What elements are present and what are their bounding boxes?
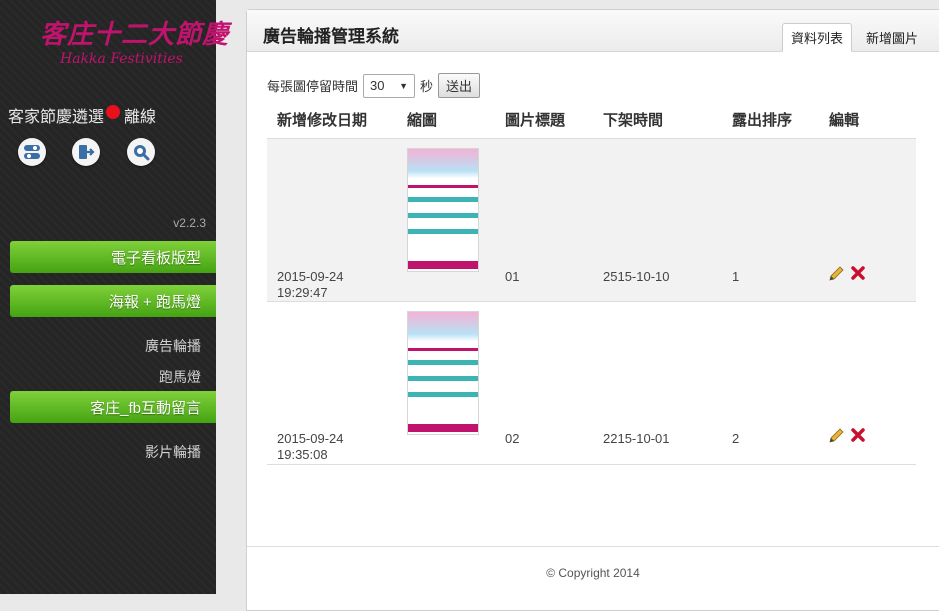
row-date: 2015-09-24	[277, 269, 344, 284]
thumb-band	[408, 213, 478, 218]
column-header-date[interactable]: 新增修改日期	[277, 109, 367, 130]
page-title: 廣告輪播管理系統	[263, 27, 399, 46]
table-row: 2015-09-24 19:35:08 02 2215-10-01 2	[267, 302, 916, 465]
column-header-expire[interactable]: 下架時間	[603, 109, 663, 130]
row-order: 2	[732, 431, 740, 446]
thumb-band	[408, 197, 478, 202]
menu-label: 電子看板版型	[110, 249, 201, 267]
logout-icon	[79, 145, 95, 159]
settings-button[interactable]	[18, 138, 46, 166]
interval-value: 30	[370, 78, 385, 93]
thumb-band	[408, 185, 478, 188]
menu-fb-interactive-comments[interactable]: 客庄_fb互動留言	[10, 391, 216, 423]
site-name: 客家節慶遴選	[8, 109, 105, 126]
interval-unit: 秒	[420, 79, 434, 94]
status-text: 離線	[124, 109, 157, 126]
submenu-marquee[interactable]: 跑馬燈	[159, 367, 201, 387]
thumb-band	[408, 376, 478, 381]
pencil-icon[interactable]	[828, 266, 844, 282]
version-label: v2.2.3	[173, 216, 206, 230]
table-row: 2015-09-24 19:29:47 01 2515-10-10 1	[267, 139, 916, 302]
logo-subtitle: Hakka Festivities	[60, 51, 183, 67]
logo[interactable]: 客庄十二大節慶 Hakka Festivities	[30, 10, 228, 72]
logout-button[interactable]	[72, 138, 100, 166]
tab-add-image[interactable]: 新增圖片	[857, 23, 927, 51]
column-header-title[interactable]: 圖片標題	[505, 109, 565, 130]
footer-divider	[247, 546, 939, 547]
column-header-edit[interactable]: 編輯	[829, 109, 859, 130]
tab-data-list[interactable]: 資料列表	[782, 23, 852, 52]
status-dot-icon	[106, 105, 121, 119]
settings-icon	[24, 145, 40, 159]
thumb-band	[408, 424, 478, 432]
menu-label: 客庄_fb互動留言	[90, 399, 201, 417]
menu-label: 海報 + 跑馬燈	[108, 293, 201, 311]
interval-label: 每張圖停留時間	[267, 79, 359, 94]
interval-select[interactable]: 30 ▼	[363, 73, 416, 98]
site-status-line: 客家節慶遴選 離線	[8, 103, 156, 127]
search-button[interactable]	[127, 138, 155, 166]
pencil-icon[interactable]	[828, 428, 844, 444]
thumb-band	[408, 261, 478, 269]
thumbnail-image[interactable]	[407, 148, 479, 272]
interval-controls: 每張圖停留時間 30 ▼ 秒 送出	[267, 73, 481, 98]
thumb-band	[408, 360, 478, 365]
row-expire: 2515-10-10	[603, 269, 670, 284]
menu-poster-marquee[interactable]: 海報 + 跑馬燈	[10, 285, 216, 317]
row-expire: 2215-10-01	[603, 431, 670, 446]
submenu-video-carousel[interactable]: 影片輪播	[145, 442, 201, 462]
delete-icon[interactable]	[850, 265, 866, 281]
sidebar: 客庄十二大節慶 Hakka Festivities 客家節慶遴選 離線 v2.2…	[0, 0, 228, 594]
copyright-text: © Copyright 2014	[546, 566, 640, 580]
row-time: 19:29:47	[277, 285, 328, 300]
chevron-down-icon: ▼	[399, 80, 409, 91]
row-order: 1	[732, 269, 740, 284]
menu-digital-signage-template[interactable]: 電子看板版型	[10, 241, 216, 273]
thumbnail-image[interactable]	[407, 311, 479, 435]
submit-button[interactable]: 送出	[438, 73, 481, 98]
logo-script: 客庄十二大節慶	[40, 20, 230, 50]
main-panel: 廣告輪播管理系統 資料列表 新增圖片 每張圖停留時間 30 ▼ 秒 送出 新增修…	[246, 9, 939, 611]
search-icon	[134, 145, 150, 161]
thumb-band	[408, 229, 478, 234]
column-header-order[interactable]: 露出排序	[732, 109, 792, 130]
submenu-ad-carousel[interactable]: 廣告輪播	[145, 336, 201, 356]
row-title: 01	[505, 269, 520, 284]
panel-header: 廣告輪播管理系統 資料列表 新增圖片	[247, 10, 939, 52]
row-date: 2015-09-24	[277, 431, 344, 446]
thumb-band	[408, 392, 478, 397]
thumb-band	[408, 348, 478, 351]
row-time: 19:35:08	[277, 447, 328, 462]
column-header-thumbnail[interactable]: 縮圖	[407, 109, 437, 130]
row-title: 02	[505, 431, 520, 446]
delete-icon[interactable]	[850, 427, 866, 443]
